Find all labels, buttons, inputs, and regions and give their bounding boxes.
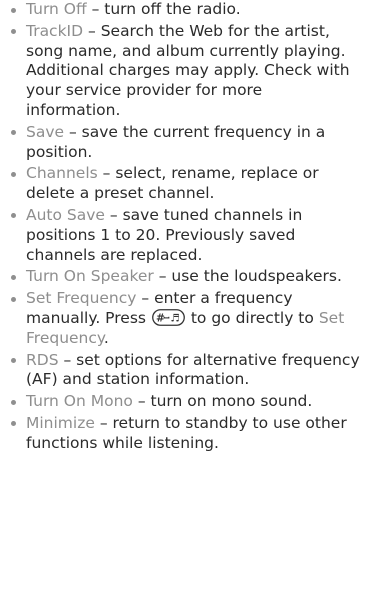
manual-page: Turn Off – turn off the radio. TrackID –… (0, 0, 368, 608)
term-minimize: Minimize (26, 413, 95, 432)
end-punctuation: . (103, 328, 109, 347)
list-item-channels: Channels – select, rename, replace or de… (10, 164, 360, 204)
svg-text:#: # (156, 313, 165, 325)
description: set options for alternative frequency (A… (26, 350, 360, 389)
svg-text:♬: ♬ (170, 313, 179, 325)
list-item-save: Save – save the current frequency in a p… (10, 123, 360, 163)
term-turn-on-mono: Turn On Mono (26, 392, 133, 411)
term-trackid: TrackID (26, 21, 84, 40)
list-item-auto-save: Auto Save – save tuned channels in posit… (10, 206, 360, 265)
radio-options-list: Turn Off – turn off the radio. TrackID –… (10, 0, 360, 454)
separator: – (104, 205, 123, 224)
list-item-turn-off: Turn Off – turn off the radio. (10, 0, 360, 20)
term-auto-save: Auto Save (26, 205, 105, 224)
hash-key-icon: # ♬ (152, 309, 185, 326)
list-item-set-frequency: Set Frequency – enter a frequency manual… (10, 289, 360, 348)
description-end: to go directly to (190, 308, 314, 327)
term-turn-off: Turn Off (26, 0, 87, 18)
term-save: Save (26, 122, 65, 141)
separator: – (86, 0, 105, 18)
separator: – (97, 164, 116, 183)
separator: – (153, 267, 172, 286)
term-channels: Channels (26, 164, 98, 183)
list-item-rds: RDS – set options for alternative freque… (10, 351, 360, 391)
separator: – (58, 350, 77, 369)
separator: – (83, 21, 101, 40)
description: turn off the radio. (104, 0, 241, 18)
list-item-minimize: Minimize – return to standby to use othe… (10, 414, 360, 454)
term-turn-on-speaker: Turn On Speaker (26, 267, 154, 286)
description: turn on mono sound. (150, 392, 313, 411)
separator: – (136, 289, 155, 308)
separator: – (132, 392, 151, 411)
list-item-trackid: TrackID – Search the Web for the artist,… (10, 22, 360, 121)
separator: – (94, 413, 113, 432)
separator: – (64, 122, 82, 141)
list-item-turn-on-speaker: Turn On Speaker – use the loudspeakers. (10, 267, 360, 287)
term-rds: RDS (26, 350, 59, 369)
list-item-turn-on-mono: Turn On Mono – turn on mono sound. (10, 392, 360, 412)
term-set-frequency: Set Frequency (26, 289, 137, 308)
description: use the loudspeakers. (171, 267, 342, 286)
